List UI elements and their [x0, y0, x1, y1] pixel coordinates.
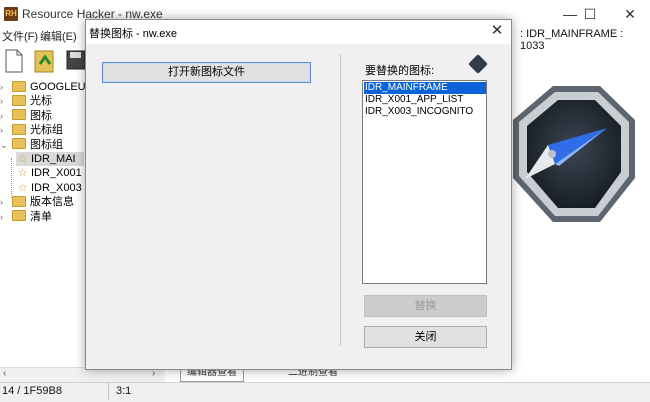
star-icon: ☆	[17, 153, 28, 165]
list-item[interactable]: IDR_X003_INCOGNITO	[364, 106, 486, 118]
save-icon[interactable]	[66, 50, 86, 70]
tree-connector	[11, 158, 13, 198]
folder-icon	[12, 109, 26, 121]
dialog-title: 替换图标 - nw.exe	[89, 28, 178, 40]
tree-item[interactable]: › 清单	[0, 210, 84, 224]
chevron-right-icon[interactable]: ›	[0, 123, 10, 137]
list-item[interactable]: IDR_MAINFRAME	[364, 82, 486, 94]
tree-item[interactable]: ⌄ 图标组	[0, 138, 84, 152]
tree-item[interactable]: ☆ IDR_MAI	[16, 152, 84, 166]
compass-preview-icon	[513, 86, 635, 222]
star-icon: ☆	[17, 181, 28, 194]
folder-open-icon	[12, 138, 26, 150]
folder-icon	[12, 80, 26, 92]
menu-file[interactable]: 文件(F)	[2, 28, 38, 44]
icons-to-replace-label: 要替换的图标:	[365, 65, 435, 77]
tree-item-label: IDR_X003	[31, 181, 82, 194]
menu-edit[interactable]: 编辑(E)	[40, 28, 77, 44]
tree-item-label: 光标组	[30, 124, 63, 137]
tree-item[interactable]: ☆ IDR_X001	[16, 166, 84, 180]
replace-icon-dialog: 替换图标 - nw.exe ✕ 打开新图标文件 要替换的图标: IDR_MAIN…	[85, 19, 512, 370]
tree-item[interactable]: › GOOGLEUPD	[0, 80, 101, 94]
chevron-right-icon[interactable]: ›	[0, 210, 10, 224]
chevron-down-icon[interactable]: ⌄	[0, 138, 10, 152]
tree-item[interactable]: ☆ IDR_X003	[16, 181, 84, 195]
tree-item-label: 光标	[30, 95, 52, 108]
folder-icon	[12, 123, 26, 135]
dialog-divider	[340, 54, 341, 346]
tree-item[interactable]: › 光标	[0, 94, 84, 108]
tree-item-label: 版本信息	[30, 196, 74, 209]
dialog-compass-icon	[468, 54, 488, 74]
open-file-icon[interactable]	[34, 48, 56, 74]
status-divider	[108, 383, 109, 400]
icon-list[interactable]: IDR_MAINFRAME IDR_X001_APP_LIST IDR_X003_I…	[362, 80, 487, 284]
chevron-right-icon[interactable]: ›	[0, 94, 10, 108]
replace-button[interactable]: 替换	[364, 295, 487, 317]
maximize-button[interactable]: ☐	[575, 4, 605, 24]
folder-icon	[12, 94, 26, 106]
tree-item-label: IDR_X001	[31, 167, 82, 180]
dialog-close-icon[interactable]: ✕	[486, 21, 508, 41]
app-logo-icon: RH	[4, 7, 18, 21]
tree-item-label: 图标	[30, 109, 52, 122]
tree-item[interactable]: › 光标组	[0, 123, 84, 137]
tree-item-label: IDR_MAI	[31, 153, 76, 165]
status-bar	[0, 382, 650, 402]
close-button[interactable]: 关闭	[364, 326, 487, 348]
status-offset: 14 / 1F59B8	[2, 385, 62, 397]
status-position: 3:1	[116, 385, 132, 397]
scroll-left-icon[interactable]: ‹	[3, 368, 6, 379]
resource-tree: › GOOGLEUPD › 光标 › 图标 › 光标组 ⌄ 图标组 ☆ IDR_MAI ☆ IDR_X00…	[0, 76, 101, 366]
tree-item-label: 清单	[30, 210, 52, 223]
folder-icon	[12, 195, 26, 207]
chevron-right-icon[interactable]: ›	[0, 109, 10, 123]
icon-preview-pane	[505, 76, 650, 366]
window-close-button[interactable]: ✕	[615, 4, 645, 24]
new-file-icon[interactable]	[4, 49, 24, 73]
chevron-right-icon[interactable]: ›	[0, 195, 10, 209]
folder-icon	[12, 210, 26, 222]
open-new-icon-file-button[interactable]: 打开新图标文件	[102, 62, 311, 83]
tree-item[interactable]: › 图标	[0, 109, 84, 123]
list-item[interactable]: IDR_X001_APP_LIST	[364, 94, 486, 106]
tree-item-label: 图标组	[30, 138, 63, 151]
chevron-right-icon[interactable]: ›	[0, 80, 10, 94]
star-icon: ☆	[17, 167, 28, 180]
